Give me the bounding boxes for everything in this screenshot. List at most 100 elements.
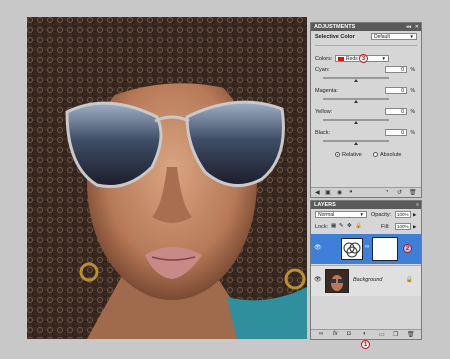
relative-radio[interactable] bbox=[335, 152, 340, 157]
adjustments-title: ADJUSTMENTS bbox=[314, 24, 356, 30]
colors-label: Colors: bbox=[315, 56, 333, 62]
cyan-unit: % bbox=[410, 67, 415, 73]
layer-mask-thumbnail[interactable] bbox=[372, 237, 398, 261]
layers-toolbar: ∞ fx ◘ ◐ ▭ ❐ 🗑 bbox=[311, 329, 421, 339]
panel-menu-icon[interactable]: ≡ bbox=[416, 201, 419, 209]
chevron-down-icon: ▼ bbox=[381, 56, 386, 61]
cyan-value: 0 bbox=[401, 67, 404, 73]
adjustment-type-label: Selective Color bbox=[315, 34, 355, 40]
selective-color-icon bbox=[343, 242, 361, 258]
slider-magenta: Magenta: 0 % bbox=[315, 87, 417, 105]
add-mask-icon[interactable]: ◘ bbox=[347, 331, 351, 337]
blend-opacity-row: Normal ▼ Opacity: 100% ▶ bbox=[315, 211, 417, 221]
relative-label: Relative bbox=[342, 152, 362, 158]
lock-all-icon[interactable]: 🔒 bbox=[355, 223, 362, 229]
chevron-down-icon: ▼ bbox=[359, 212, 364, 217]
document-canvas[interactable] bbox=[27, 17, 307, 339]
colors-select-value: Reds bbox=[346, 56, 358, 62]
opacity-value: 100% bbox=[397, 212, 409, 217]
yellow-input[interactable]: 0 bbox=[385, 108, 407, 115]
layers-panel: LAYERS ≡ Normal ▼ Opacity: 100% ▶ Lock: … bbox=[310, 200, 422, 340]
delete-layer-icon[interactable]: 🗑 bbox=[407, 331, 415, 338]
annotation-badge-mask: 2 bbox=[403, 244, 412, 253]
yellow-slider-thumb[interactable] bbox=[354, 121, 359, 124]
black-slider-thumb[interactable] bbox=[354, 142, 359, 145]
new-adjustment-layer-icon[interactable]: ◐ bbox=[363, 331, 367, 337]
adjustment-thumbnail bbox=[341, 238, 363, 260]
adjustments-toolbar: ◀ ▣ ◉ ◕ ◔ ↺ 🗑 bbox=[311, 187, 421, 197]
new-layer-icon[interactable]: ❐ bbox=[393, 331, 398, 338]
annotation-badge-colors: 3 bbox=[359, 54, 368, 63]
opacity-input[interactable]: 100% bbox=[395, 211, 411, 218]
magenta-input[interactable]: 0 bbox=[385, 87, 407, 94]
cyan-slider-track[interactable] bbox=[323, 77, 389, 82]
new-group-icon[interactable]: ▭ bbox=[379, 331, 385, 338]
chevron-down-icon: ▼ bbox=[409, 34, 414, 39]
layer-style-icon[interactable]: fx bbox=[333, 331, 338, 337]
absolute-label: Absolute bbox=[380, 152, 402, 158]
background-layer-name: Background bbox=[353, 277, 383, 283]
method-radio-group: Relative Absolute bbox=[315, 151, 417, 161]
magenta-label: Magenta: bbox=[315, 88, 338, 94]
expand-view-icon[interactable]: ▣ bbox=[325, 189, 331, 196]
fill-value: 100% bbox=[397, 224, 409, 229]
lock-pixels-icon[interactable]: ✎ bbox=[339, 223, 344, 229]
magenta-value: 0 bbox=[401, 88, 404, 94]
black-label: Black: bbox=[315, 130, 330, 136]
chevron-right-icon[interactable]: ▶ bbox=[413, 212, 416, 218]
fill-input[interactable]: 100% bbox=[395, 223, 411, 230]
layers-title: LAYERS bbox=[314, 202, 336, 208]
magenta-unit: % bbox=[410, 88, 415, 94]
opacity-label: Opacity: bbox=[371, 212, 392, 218]
black-slider-track[interactable] bbox=[323, 140, 389, 145]
cyan-input[interactable]: 0 bbox=[385, 66, 407, 73]
fill-label: Fill: bbox=[381, 224, 390, 230]
yellow-unit: % bbox=[410, 109, 415, 115]
chevron-right-icon[interactable]: ▶ bbox=[413, 224, 416, 230]
background-thumbnail bbox=[325, 269, 349, 293]
lock-label: Lock: bbox=[315, 224, 329, 230]
adjustments-panel: ADJUSTMENTS ◂◂ ✕ Selective Color Default… bbox=[310, 22, 422, 198]
delete-adjustment-icon[interactable]: 🗑 bbox=[409, 189, 417, 196]
preset-select[interactable]: Default ▼ bbox=[371, 33, 417, 40]
return-to-list-icon[interactable]: ◀ bbox=[315, 189, 320, 196]
panel-close-icon[interactable]: ✕ bbox=[415, 23, 419, 31]
reds-swatch bbox=[338, 57, 344, 61]
visibility-eye-icon[interactable]: 👁 bbox=[314, 244, 322, 251]
panel-collapse-icon[interactable]: ◂◂ bbox=[406, 23, 411, 31]
yellow-slider-track[interactable] bbox=[323, 119, 389, 124]
magenta-slider-track[interactable] bbox=[323, 98, 389, 103]
preset-select-value: Default bbox=[374, 34, 390, 40]
absolute-radio[interactable] bbox=[373, 152, 378, 157]
adjustments-header: ADJUSTMENTS ◂◂ ✕ bbox=[311, 23, 421, 31]
layers-header: LAYERS ≡ bbox=[311, 201, 421, 209]
cyan-slider-thumb[interactable] bbox=[354, 79, 359, 82]
magenta-slider-thumb[interactable] bbox=[354, 100, 359, 103]
visibility-eye-icon[interactable]: 👁 bbox=[314, 276, 322, 283]
visibility-eye-icon[interactable]: ◕ bbox=[349, 189, 353, 195]
chain-link-icon[interactable]: ∞ bbox=[365, 244, 369, 250]
blend-mode-select[interactable]: Normal ▼ bbox=[315, 211, 367, 218]
black-input[interactable]: 0 bbox=[385, 129, 407, 136]
black-value: 0 bbox=[401, 130, 404, 136]
black-unit: % bbox=[410, 130, 415, 136]
annotation-badge-new-adjustment: 1 bbox=[361, 340, 370, 349]
yellow-label: Yellow: bbox=[315, 109, 333, 115]
yellow-value: 0 bbox=[401, 109, 404, 115]
blend-mode-value: Normal bbox=[318, 212, 335, 218]
view-previous-icon[interactable]: ◔ bbox=[385, 189, 389, 195]
lock-icon: 🔒 bbox=[405, 277, 413, 283]
link-layers-icon[interactable]: ∞ bbox=[319, 331, 323, 337]
layer-row-background[interactable]: 👁 Background 🔒 bbox=[311, 265, 421, 296]
slider-yellow: Yellow: 0 % bbox=[315, 108, 417, 126]
cyan-label: Cyan: bbox=[315, 67, 330, 73]
slider-cyan: Cyan: 0 % bbox=[315, 66, 417, 84]
lock-transparent-icon[interactable]: ▦ bbox=[331, 223, 336, 229]
lock-fill-row: Lock: ▦ ✎ ✥ 🔒 Fill: 100% ▶ bbox=[315, 223, 417, 233]
clip-to-layer-icon[interactable]: ◉ bbox=[337, 189, 342, 196]
slider-black: Black: 0 % bbox=[315, 129, 417, 147]
portrait-photo bbox=[27, 17, 307, 339]
selective-color-header: Selective Color Default ▼ bbox=[315, 33, 417, 43]
lock-position-icon[interactable]: ✥ bbox=[347, 223, 352, 229]
reset-icon[interactable]: ↺ bbox=[397, 189, 402, 196]
